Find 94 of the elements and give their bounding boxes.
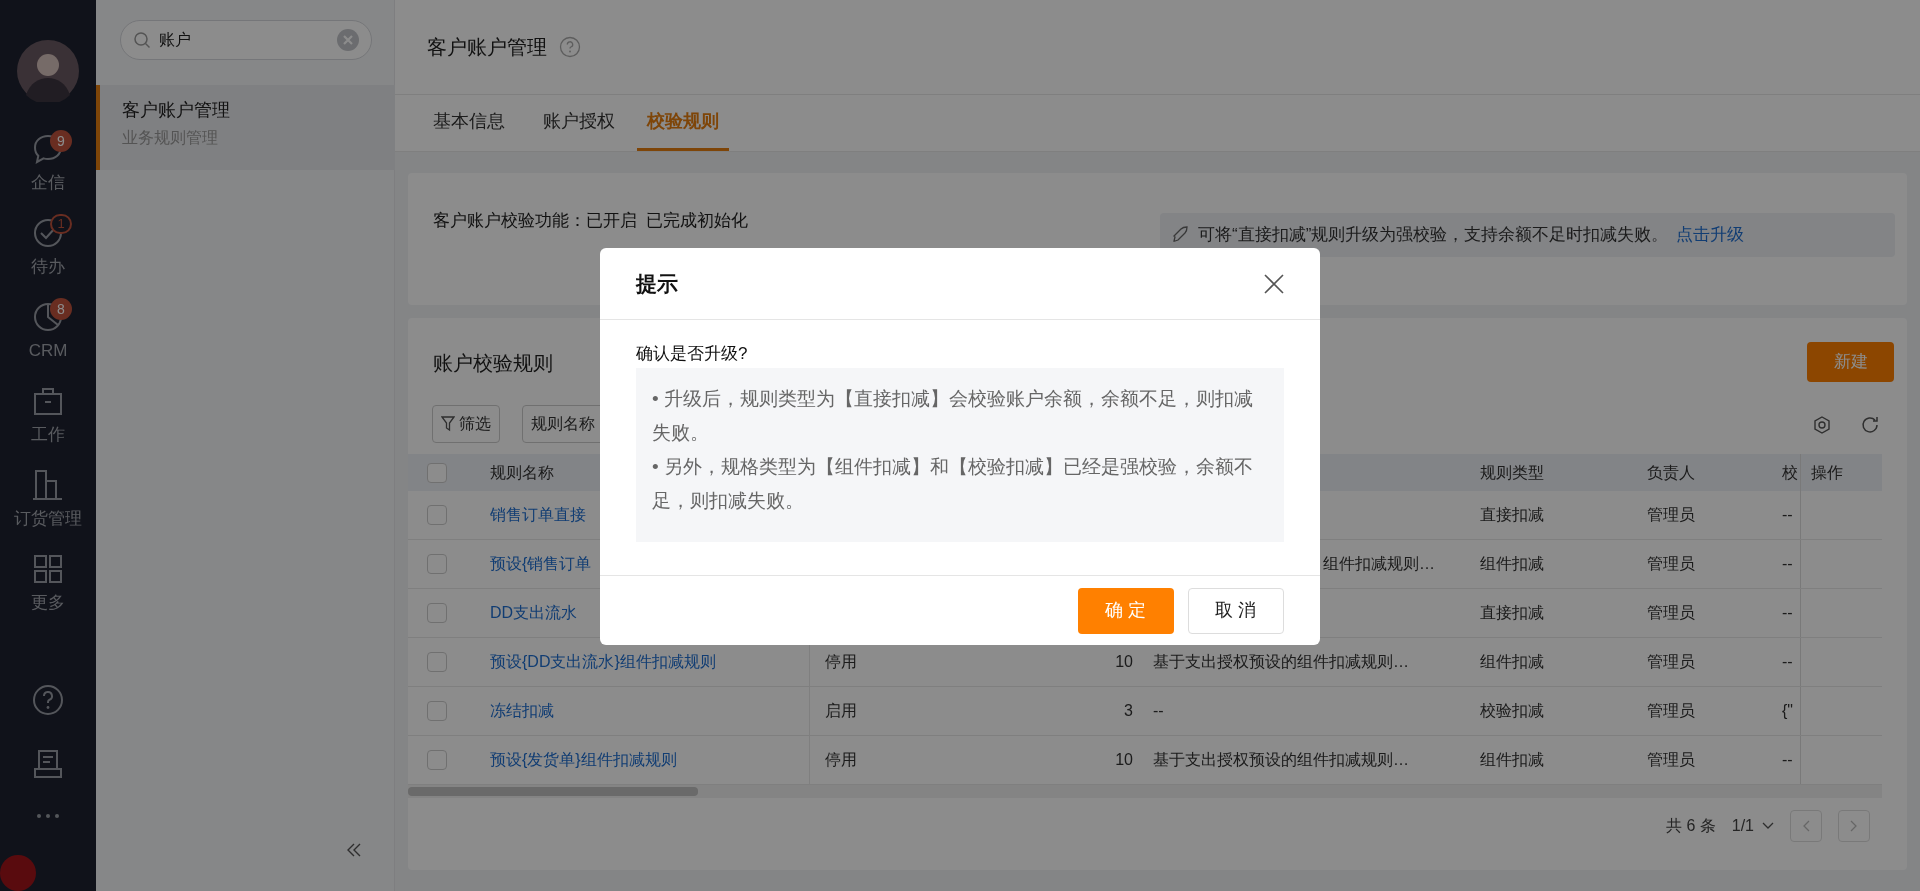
chevron-right-icon [1850, 819, 1858, 832]
caret-icon [1762, 821, 1774, 830]
filter-icon [441, 416, 455, 432]
table-cell-text: 基于支出授权预设的组件扣减规则… [1153, 652, 1409, 672]
column-header: 规则名称 [490, 462, 554, 483]
row-checkbox[interactable] [427, 652, 447, 672]
table-cell-text: 组件扣减 [1480, 652, 1544, 672]
page-select[interactable]: 1/1 [1731, 813, 1774, 838]
table-cell-text: 直接扣减 [1480, 603, 1544, 623]
nav-label[interactable]: 更多 [31, 590, 65, 616]
tab[interactable]: 基本信息 [423, 95, 515, 151]
table-cell-text: 组件扣减规则… [1323, 554, 1435, 574]
table-cell-text: 管理员 [1647, 603, 1695, 623]
table-cell-text: 校验扣减 [1480, 701, 1544, 721]
building-icon [31, 468, 65, 503]
table-cell-text: -- [1782, 603, 1793, 623]
table-cell-text: 管理员 [1647, 750, 1695, 770]
nav-label[interactable]: 企信 [31, 170, 65, 196]
dialog-title: 提示 [636, 270, 678, 297]
table-cell-text: 启用 [825, 701, 857, 721]
table-cell-text: -- [1153, 701, 1164, 721]
prev-page-button[interactable] [1790, 809, 1822, 842]
help-icon[interactable] [31, 683, 65, 717]
table-cell-text: 组件扣减 [1480, 554, 1544, 574]
rule-name-link[interactable]: 预设{DD支出流水}组件扣减规则 [490, 650, 716, 674]
count-badge: 9 [50, 130, 72, 152]
tab[interactable]: 校验规则 [637, 95, 729, 151]
table-cell-text: 停用 [825, 750, 857, 770]
nav-label[interactable]: 订货管理 [14, 506, 82, 532]
dialog-question: 确认是否升级? [636, 343, 749, 365]
status-dot[interactable] [0, 853, 38, 891]
inbox-icon[interactable] [31, 747, 65, 781]
table-cell-text: 10 [1115, 652, 1133, 672]
row-checkbox[interactable] [427, 701, 447, 721]
column-header: 负责人 [1647, 462, 1695, 483]
tab[interactable]: 账户授权 [533, 95, 625, 151]
row-checkbox[interactable] [427, 554, 447, 574]
refresh-icon[interactable] [1860, 415, 1880, 435]
collapse-icon[interactable] [346, 843, 362, 857]
rule-name-link[interactable]: DD支出流水 [490, 601, 578, 625]
rule-name-link[interactable]: 销售订单直接 [490, 503, 586, 527]
scrollbar-thumb[interactable] [408, 787, 698, 796]
close-icon[interactable] [1264, 273, 1284, 294]
rule-name-link[interactable]: 预设{销售订单 [490, 552, 592, 576]
nav-label[interactable]: 待办 [31, 254, 65, 280]
next-page-button[interactable] [1838, 809, 1870, 842]
table-cell-text: -- [1782, 554, 1793, 574]
table-cell-text: -- [1782, 505, 1793, 525]
table-cell-text: 直接扣减 [1480, 505, 1544, 525]
column-header: 操作 [1811, 462, 1843, 483]
new-button[interactable]: 新建 [1807, 342, 1894, 382]
search-field[interactable]: 账户 [120, 20, 372, 60]
settings-icon[interactable] [1812, 415, 1832, 435]
chevron-left-icon [1802, 819, 1810, 832]
table-cell-text: 管理员 [1647, 701, 1695, 721]
select-all-checkbox[interactable] [427, 462, 447, 483]
clear-icon[interactable] [337, 29, 359, 51]
column-header: 校 [1782, 462, 1798, 483]
table-cell-text: 10 [1115, 750, 1133, 770]
status-text: 客户账户校验功能：已开启 已完成初始化 [433, 210, 749, 232]
total-count: 共 6 条 [1665, 815, 1716, 836]
rule-name-link[interactable]: 预设{发货单}组件扣减规则 [490, 748, 677, 772]
confirm-button[interactable]: 确 定 [1078, 587, 1174, 634]
column-header: 规则类型 [1480, 462, 1544, 483]
search-icon [133, 31, 151, 49]
table-cell-text: 基于支出授权预设的组件扣减规则… [1153, 750, 1409, 770]
avatar[interactable] [17, 40, 79, 102]
table-cell-text: 3 [1124, 701, 1133, 721]
rule-name-link[interactable]: 冻结扣减 [490, 699, 554, 723]
row-checkbox[interactable] [427, 750, 447, 770]
count-badge: 8 [50, 298, 72, 320]
table-cell-text: {" [1782, 701, 1794, 721]
section-title: 账户校验规则 [433, 351, 553, 376]
count-badge: 1 [50, 214, 72, 234]
table-cell-text: 管理员 [1647, 652, 1695, 672]
filter-button[interactable]: 筛选 [432, 405, 500, 443]
upgrade-link[interactable]: 点击升级 [1676, 222, 1745, 248]
table-cell-text: 停用 [825, 652, 857, 672]
table-cell-text: -- [1782, 652, 1793, 672]
nav-label[interactable]: CRM [28, 338, 68, 364]
table-cell-text: 管理员 [1647, 505, 1695, 525]
table-cell-text: 组件扣减 [1480, 750, 1544, 770]
table-cell-text: -- [1782, 750, 1793, 770]
nav-label[interactable]: 工作 [31, 422, 65, 448]
table-cell-text: 管理员 [1647, 554, 1695, 574]
dialog-text: • 另外，规格类型为【组件扣减】和【校验扣减】已经是强校验，余额不足，则扣减失败。 [652, 455, 1254, 513]
row-checkbox[interactable] [427, 505, 447, 525]
page-title: 客户账户管理 [427, 35, 547, 60]
help-icon[interactable] [559, 36, 581, 58]
menu-item-title: 客户账户管理 [122, 99, 231, 122]
cancel-button[interactable]: 取 消 [1188, 587, 1284, 634]
notice-text: 可将“直接扣减”规则升级为强校验，支持余额不足时扣减失败。 [1198, 224, 1669, 247]
dialog-text: • 升级后，规则类型为【直接扣减】会校验账户余额，余额不足，则扣减失败。 [652, 387, 1254, 445]
row-checkbox[interactable] [427, 603, 447, 623]
